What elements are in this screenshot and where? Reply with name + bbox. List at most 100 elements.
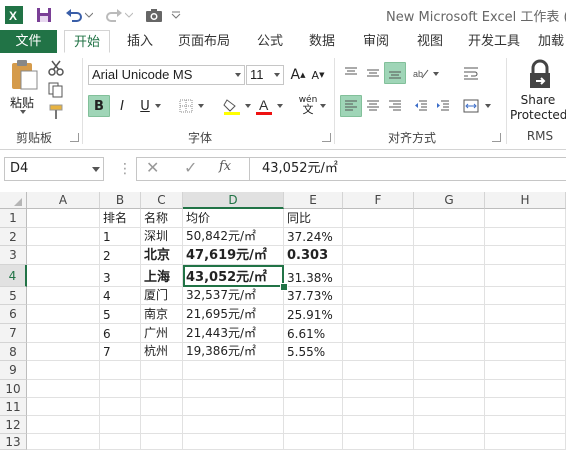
cell-B13[interactable] (100, 434, 141, 450)
cell-A6[interactable] (27, 305, 100, 324)
cell-A2[interactable] (27, 228, 100, 246)
merge-dropdown-icon[interactable] (485, 104, 491, 108)
cell-F12[interactable] (343, 416, 414, 434)
cell-F3[interactable] (343, 246, 414, 265)
cell-G5[interactable] (414, 287, 485, 305)
font-size-select[interactable]: 11 (246, 65, 284, 85)
alignment-launcher-icon[interactable] (492, 133, 501, 142)
cell-H9[interactable] (485, 361, 566, 380)
cell-E2[interactable]: 37.24% (284, 228, 343, 246)
font-color-icon[interactable]: A (254, 95, 274, 117)
cell-E10[interactable] (284, 380, 343, 398)
column-header-C[interactable]: C (141, 192, 183, 209)
tab-view[interactable]: 视图 (410, 30, 450, 53)
cell-B11[interactable] (100, 398, 141, 416)
paste-icon[interactable] (6, 58, 42, 92)
phonetic-guide-icon[interactable]: wén 文 (297, 93, 319, 117)
cell-E7[interactable]: 6.61% (284, 324, 343, 343)
insert-function-icon[interactable]: fx (219, 159, 231, 174)
cell-G8[interactable] (414, 343, 485, 361)
cell-B7[interactable]: 6 (100, 324, 141, 343)
cell-H12[interactable] (485, 416, 566, 434)
cell-A5[interactable] (27, 287, 100, 305)
cell-H6[interactable] (485, 305, 566, 324)
row-header-7[interactable]: 7 (0, 324, 27, 343)
column-header-D[interactable]: D (183, 192, 284, 209)
row-header-9[interactable]: 9 (0, 361, 27, 380)
cell-C12[interactable] (141, 416, 183, 434)
cell-B3[interactable]: 2 (100, 246, 141, 265)
paste-label[interactable]: 粘贴 (10, 94, 34, 111)
cell-E11[interactable] (284, 398, 343, 416)
cell-F9[interactable] (343, 361, 414, 380)
cell-H2[interactable] (485, 228, 566, 246)
cell-B12[interactable] (100, 416, 141, 434)
font-launcher-icon[interactable] (322, 133, 331, 142)
cell-C1[interactable]: 名称 (141, 209, 183, 228)
bottom-align-icon[interactable] (384, 62, 406, 84)
tab-insert[interactable]: 插入 (118, 30, 162, 53)
undo-dropdown-icon[interactable] (84, 5, 94, 25)
cell-D3[interactable]: 47,619元/㎡ (183, 246, 284, 265)
fill-color-dropdown-icon[interactable] (245, 104, 251, 108)
font-name-select[interactable]: Arial Unicode MS (88, 65, 245, 85)
cell-B8[interactable]: 7 (100, 343, 141, 361)
cell-H11[interactable] (485, 398, 566, 416)
cell-E13[interactable] (284, 434, 343, 450)
cell-F4[interactable] (343, 265, 414, 287)
cell-B6[interactable]: 5 (100, 305, 141, 324)
cell-E12[interactable] (284, 416, 343, 434)
cell-H1[interactable] (485, 209, 566, 228)
tab-page-layout[interactable]: 页面布局 (172, 30, 236, 53)
cell-H8[interactable] (485, 343, 566, 361)
cell-B2[interactable]: 1 (100, 228, 141, 246)
cell-D6[interactable]: 21,695元/㎡ (183, 305, 284, 324)
align-left-icon[interactable] (340, 95, 362, 117)
cell-D10[interactable] (183, 380, 284, 398)
cell-H5[interactable] (485, 287, 566, 305)
orientation-icon[interactable]: ab (410, 62, 432, 84)
cell-C11[interactable] (141, 398, 183, 416)
column-header-G[interactable]: G (414, 192, 485, 209)
formula-input[interactable]: 43,052元/㎡ (249, 157, 566, 181)
cell-D5[interactable]: 32,537元/㎡ (183, 287, 284, 305)
cell-C10[interactable] (141, 380, 183, 398)
cell-F2[interactable] (343, 228, 414, 246)
fill-handle[interactable] (280, 283, 288, 291)
share-protected-icon[interactable] (522, 58, 558, 92)
cell-A4[interactable] (27, 265, 100, 287)
orientation-dropdown-icon[interactable] (433, 72, 439, 76)
cell-C3[interactable]: 北京 (141, 246, 183, 265)
cell-H10[interactable] (485, 380, 566, 398)
cell-D7[interactable]: 21,443元/㎡ (183, 324, 284, 343)
cell-G10[interactable] (414, 380, 485, 398)
row-header-10[interactable]: 10 (0, 380, 27, 398)
cell-F6[interactable] (343, 305, 414, 324)
wrap-text-icon[interactable] (460, 62, 482, 84)
increase-indent-icon[interactable] (432, 95, 454, 117)
underline-dropdown-icon[interactable] (155, 104, 161, 108)
cell-G1[interactable] (414, 209, 485, 228)
bold-button[interactable]: B (88, 95, 110, 117)
cell-F10[interactable] (343, 380, 414, 398)
decrease-indent-icon[interactable] (410, 95, 432, 117)
name-box[interactable]: D4 (4, 157, 104, 181)
cell-C5[interactable]: 厦门 (141, 287, 183, 305)
cell-G3[interactable] (414, 246, 485, 265)
redo-dropdown-icon[interactable] (124, 5, 134, 25)
cell-B10[interactable] (100, 380, 141, 398)
cell-D11[interactable] (183, 398, 284, 416)
cell-F11[interactable] (343, 398, 414, 416)
cell-G7[interactable] (414, 324, 485, 343)
row-header-1[interactable]: 1 (0, 209, 27, 228)
select-all-button[interactable] (0, 192, 27, 209)
cell-H13[interactable] (485, 434, 566, 450)
tab-data[interactable]: 数据 (302, 30, 342, 53)
share-protected-button[interactable]: Share Protected (510, 93, 566, 123)
cell-D12[interactable] (183, 416, 284, 434)
cell-G13[interactable] (414, 434, 485, 450)
cell-C9[interactable] (141, 361, 183, 380)
cell-G6[interactable] (414, 305, 485, 324)
cell-B5[interactable]: 4 (100, 287, 141, 305)
cell-C4[interactable]: 上海 (141, 265, 183, 287)
